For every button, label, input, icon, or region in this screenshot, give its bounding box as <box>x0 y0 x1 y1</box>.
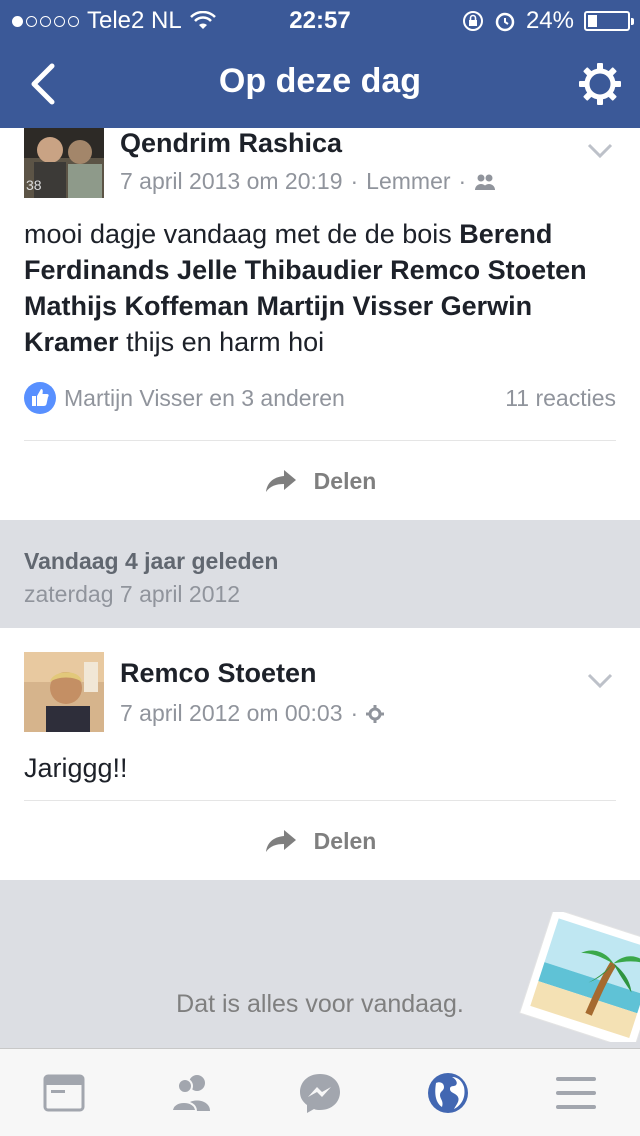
post-meta: 7 april 2012 om 00:03 · <box>120 700 385 727</box>
share-button[interactable]: Delen <box>0 456 640 506</box>
post-date[interactable]: 7 april 2012 om 00:03 <box>120 700 343 727</box>
post-meta: 7 april 2013 om 20:19 · Lemmer · <box>120 168 496 195</box>
post-text-segment <box>249 291 257 321</box>
battery-icon <box>584 11 634 31</box>
section-date: zaterdag 7 april 2012 <box>24 581 241 607</box>
menu-icon[interactable] <box>554 1071 598 1115</box>
tagged-person-link[interactable]: Martijn Visser <box>257 291 434 321</box>
tagged-person-link[interactable]: Remco Stoeten <box>390 255 587 285</box>
tagged-person-link[interactable]: Jelle Thibaudier <box>177 255 383 285</box>
divider <box>24 800 616 801</box>
battery-percentage: 24% <box>525 7 574 34</box>
friends-icon[interactable] <box>170 1071 214 1115</box>
post-card: Remco Stoeten 7 april 2012 om 00:03 · Ja… <box>0 628 640 880</box>
likes-summary[interactable]: Martijn Visser en 3 anderen <box>64 385 345 412</box>
comments-count[interactable]: 11 reacties <box>505 385 616 412</box>
avatar[interactable] <box>24 652 104 732</box>
page-title: Op deze dag <box>218 62 422 100</box>
separator-dot: · <box>350 168 359 194</box>
post-text-segment <box>433 291 441 321</box>
share-label: Delen <box>313 827 377 854</box>
share-arrow-icon <box>265 470 296 492</box>
separator-dot: · <box>350 700 359 726</box>
divider <box>24 440 616 441</box>
share-label: Delen <box>313 467 377 494</box>
chevron-down-icon[interactable] <box>586 672 614 690</box>
share-button[interactable]: Delen <box>0 816 640 866</box>
battery-fill <box>588 15 598 27</box>
alarm-icon <box>495 12 515 32</box>
like-thumb-icon <box>24 382 56 414</box>
chevron-down-icon[interactable] <box>586 142 614 160</box>
news-feed-icon[interactable] <box>42 1071 86 1115</box>
rotation-lock-icon <box>462 11 483 31</box>
post-text-segment <box>170 255 178 285</box>
post-text: Jariggg!! <box>24 753 128 783</box>
separator-dot: · <box>458 168 467 194</box>
beach-photo-illustration-icon <box>518 912 640 1042</box>
avatar[interactable]: 38 <box>24 128 104 198</box>
post-author[interactable]: Qendrim Rashica <box>120 128 342 159</box>
status-bar: Tele2 NL 22:57 24% <box>0 0 640 40</box>
post-date[interactable]: 7 april 2013 om 20:19 <box>120 168 343 195</box>
notifications-globe-icon[interactable] <box>426 1071 470 1115</box>
section-title: Vandaag 4 jaar geleden <box>24 548 279 574</box>
post-text-segment: thijs en harm hoi <box>118 327 325 357</box>
post-text-segment <box>383 255 391 285</box>
messenger-icon[interactable] <box>298 1071 342 1115</box>
post-location[interactable]: Lemmer <box>366 168 450 195</box>
tagged-person-link[interactable]: Mathijs Koffeman <box>24 291 249 321</box>
svg-text:38: 38 <box>26 177 42 193</box>
post-author[interactable]: Remco Stoeten <box>120 658 317 689</box>
post-text: mooi dagje vandaag met de de bois Berend… <box>24 216 616 360</box>
friends-audience-icon <box>475 174 496 190</box>
bottom-tab-bar <box>0 1048 640 1136</box>
settings-gear-icon[interactable] <box>578 62 622 106</box>
post-card: 38 Qendrim Rashica 7 april 2013 om 20:19… <box>0 128 640 520</box>
top-bar: Tele2 NL 22:57 24% Op deze dag <box>0 0 640 128</box>
memories-section-header: Vandaag 4 jaar geleden zaterdag 7 april … <box>24 548 278 608</box>
post-text-segment: mooi dagje vandaag met de de bois <box>24 219 460 249</box>
custom-audience-gear-icon <box>366 704 385 723</box>
share-arrow-icon <box>265 830 296 852</box>
likes-row[interactable]: Martijn Visser en 3 anderen 11 reacties <box>24 382 616 414</box>
